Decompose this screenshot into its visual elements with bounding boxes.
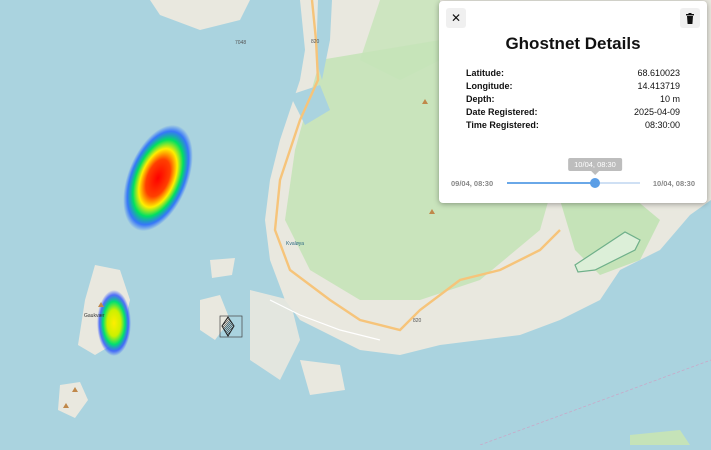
road-label: 820 (311, 39, 320, 45)
detail-key: Depth: (466, 94, 495, 104)
slider-handle[interactable] (590, 178, 600, 188)
trash-icon (686, 12, 694, 24)
detail-key: Time Registered: (466, 120, 539, 130)
panel-title: Ghostnet Details (505, 34, 641, 53)
ghostnet-details-panel: ✕ Ghostnet Details Latitude: 68.610023 L… (439, 1, 707, 203)
time-slider: 09/04, 08:30 10/04, 08:30 10/04, 08:30 (439, 156, 707, 196)
detail-value: 08:30:00 (644, 120, 680, 130)
detail-key: Longitude: (466, 81, 513, 91)
slider-min-label: 09/04, 08:30 (451, 179, 494, 188)
detail-row-longitude: Longitude: 14.413719 (466, 80, 680, 93)
detail-key: Latitude: (466, 68, 504, 78)
slider-fill (507, 182, 595, 184)
detail-key: Date Registered: (466, 107, 538, 117)
detail-row-depth: Depth: 10 m (466, 93, 680, 106)
island-south (300, 360, 345, 395)
island-mid-1 (200, 295, 230, 340)
detail-row-time: Time Registered: 08:30:00 (466, 119, 680, 132)
heatmap-hotspot-north (123, 124, 193, 232)
road-label: 7048 (235, 40, 247, 46)
detail-value: 2025-04-09 (633, 107, 680, 117)
detail-value: 10 m (659, 94, 680, 104)
delete-button[interactable] (680, 8, 700, 28)
detail-row-latitude: Latitude: 68.610023 (466, 67, 680, 80)
island-west-2 (58, 382, 88, 418)
close-icon: ✕ (450, 11, 462, 25)
north-island (150, 0, 250, 30)
details-list: Latitude: 68.610023 Longitude: 14.413719… (466, 67, 680, 132)
slider-tooltip: 10/04, 08:30 (568, 158, 622, 175)
slider-max-label: 10/04, 08:30 (652, 179, 695, 188)
place-label: Gaukvær (84, 313, 105, 319)
close-button[interactable]: ✕ (446, 8, 466, 28)
island-mid-3 (210, 258, 235, 278)
detail-value: 14.413719 (637, 81, 680, 91)
road-label: 820 (413, 318, 422, 324)
island-southeast (630, 430, 690, 445)
place-label: Kvaløya (286, 241, 305, 247)
slider-track[interactable] (507, 178, 640, 188)
heatmap-hotspot-south (97, 290, 131, 356)
detail-row-date: Date Registered: 2025-04-09 (466, 106, 680, 119)
detail-value: 68.610023 (637, 68, 680, 78)
